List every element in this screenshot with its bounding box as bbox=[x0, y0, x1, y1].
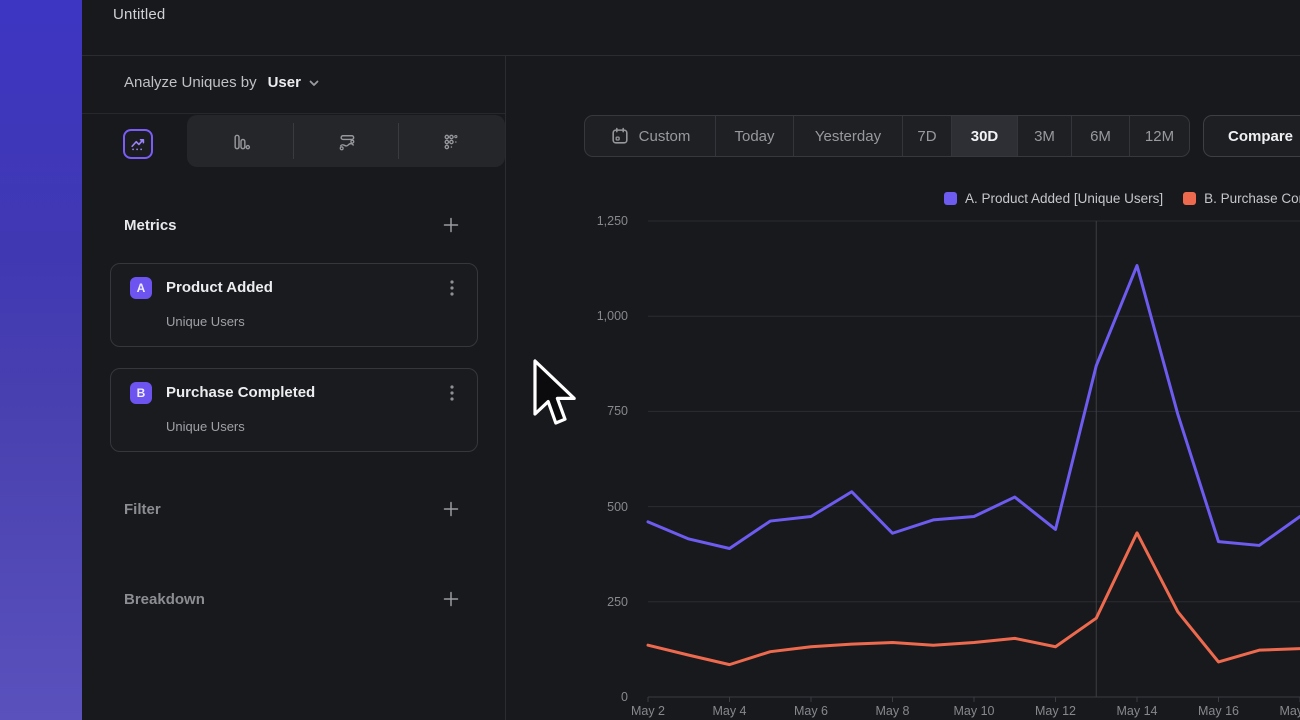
y-axis-tick-label: 1,250 bbox=[582, 214, 628, 228]
x-axis-tick-label: May 18 bbox=[1268, 704, 1300, 718]
y-axis-tick-label: 1,000 bbox=[582, 309, 628, 323]
series-line-a[interactable] bbox=[648, 266, 1300, 549]
x-axis-tick-label: May 16 bbox=[1187, 704, 1251, 718]
x-axis-tick-label: May 14 bbox=[1105, 704, 1169, 718]
x-axis-tick-label: May 12 bbox=[1024, 704, 1088, 718]
y-axis-tick-label: 500 bbox=[582, 500, 628, 514]
series-line-b[interactable] bbox=[648, 533, 1300, 665]
y-axis-tick-label: 0 bbox=[582, 690, 628, 704]
app-window: Untitled Analyze Uniques by User bbox=[0, 0, 1300, 720]
x-axis-tick-label: May 4 bbox=[698, 704, 762, 718]
x-axis-tick-label: May 8 bbox=[861, 704, 925, 718]
x-axis-tick-label: May 2 bbox=[616, 704, 680, 718]
y-axis-tick-label: 750 bbox=[582, 404, 628, 418]
chart-plot-area[interactable] bbox=[0, 0, 1300, 720]
y-axis-tick-label: 250 bbox=[582, 595, 628, 609]
x-axis-tick-label: May 10 bbox=[942, 704, 1006, 718]
x-axis-tick-label: May 6 bbox=[779, 704, 843, 718]
